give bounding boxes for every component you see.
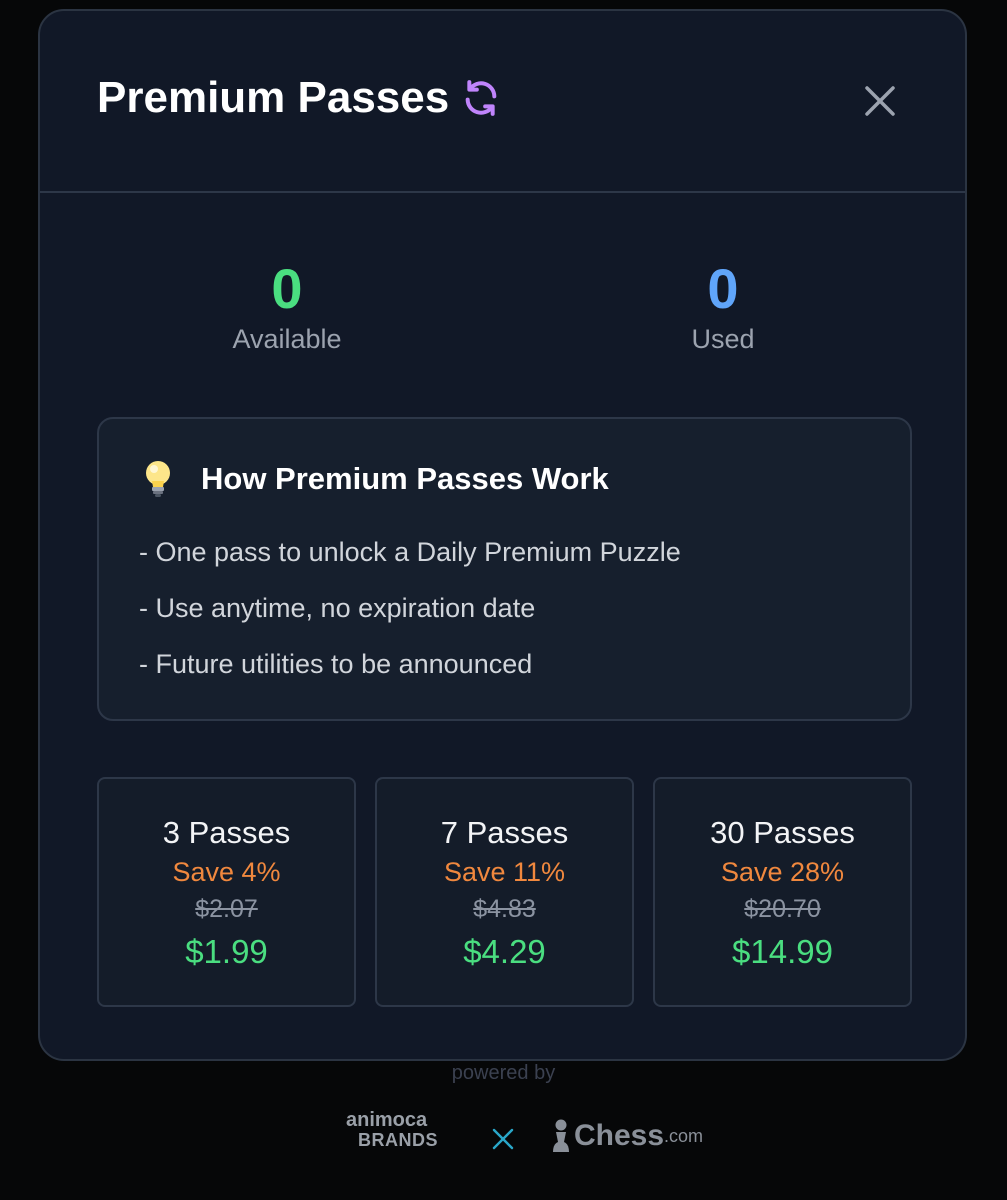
package-price: $1.99 — [185, 933, 268, 970]
animoca-logo-line1: animoca — [346, 1109, 428, 1131]
modal-title: Premium Passes — [97, 73, 501, 123]
close-icon — [865, 86, 895, 116]
chess-logo-text: Chess — [574, 1119, 665, 1152]
available-stat: 0 Available — [137, 256, 437, 355]
info-box: How Premium Passes Work - One pass to un… — [97, 417, 912, 721]
info-item: - Use anytime, no expiration date — [139, 593, 536, 623]
package-name: 7 Passes — [440, 815, 569, 850]
package-name: 30 Passes — [710, 815, 855, 850]
package-original-price: $4.83 — [473, 895, 536, 923]
info-list: - One pass to unlock a Daily Premium Puz… — [139, 534, 681, 702]
pass-stats: 0 Available 0 Used — [40, 256, 965, 366]
used-count: 0 — [707, 257, 739, 320]
chess-com-logo: Chess .com — [550, 1116, 703, 1156]
package-original-price: $2.07 — [195, 895, 258, 923]
premium-passes-modal: Premium Passes 0 Available 0 Used How Pr… — [38, 9, 967, 1061]
lightbulb-icon — [141, 459, 175, 499]
pass-packages: 3 Passes Save 4% $2.07 $1.99 7 Passes Sa… — [97, 777, 912, 1007]
package-name: 3 Passes — [162, 815, 291, 850]
footer: powered by animoca BRANDS Chess .com — [0, 1062, 1007, 1200]
package-3-passes[interactable]: 3 Passes Save 4% $2.07 $1.99 — [97, 777, 356, 1007]
available-count: 0 — [271, 257, 303, 320]
animoca-logo-line2: BRANDS — [358, 1130, 439, 1150]
refresh-icon[interactable] — [461, 78, 501, 118]
info-item: - One pass to unlock a Daily Premium Puz… — [139, 537, 681, 567]
package-price: $4.29 — [463, 933, 546, 970]
available-label: Available — [232, 324, 342, 354]
partner-logos: animoca BRANDS Chess .com — [340, 1102, 703, 1172]
info-title: How Premium Passes Work — [201, 461, 609, 496]
package-price: $14.99 — [732, 933, 833, 970]
pawn-icon — [550, 1118, 572, 1154]
modal-header: Premium Passes — [40, 11, 965, 193]
package-7-passes[interactable]: 7 Passes Save 11% $4.83 $4.29 — [375, 777, 634, 1007]
package-savings: Save 11% — [443, 857, 566, 887]
animoca-brands-logo: animoca BRANDS — [346, 1110, 446, 1170]
cross-icon — [490, 1126, 516, 1152]
info-item: - Future utilities to be announced — [139, 649, 533, 679]
package-savings: Save 28% — [720, 857, 845, 887]
modal-title-text: Premium Passes — [97, 73, 450, 122]
package-savings: Save 4% — [172, 857, 281, 887]
package-original-price: $20.70 — [744, 895, 821, 923]
powered-by-text: powered by — [451, 1062, 556, 1084]
info-header: How Premium Passes Work — [141, 459, 609, 499]
package-30-passes[interactable]: 30 Passes Save 28% $20.70 $14.99 — [653, 777, 912, 1007]
used-stat: 0 Used — [573, 256, 873, 355]
used-label: Used — [691, 324, 755, 354]
chess-logo-suffix: .com — [664, 1125, 704, 1146]
close-button[interactable] — [860, 81, 900, 121]
